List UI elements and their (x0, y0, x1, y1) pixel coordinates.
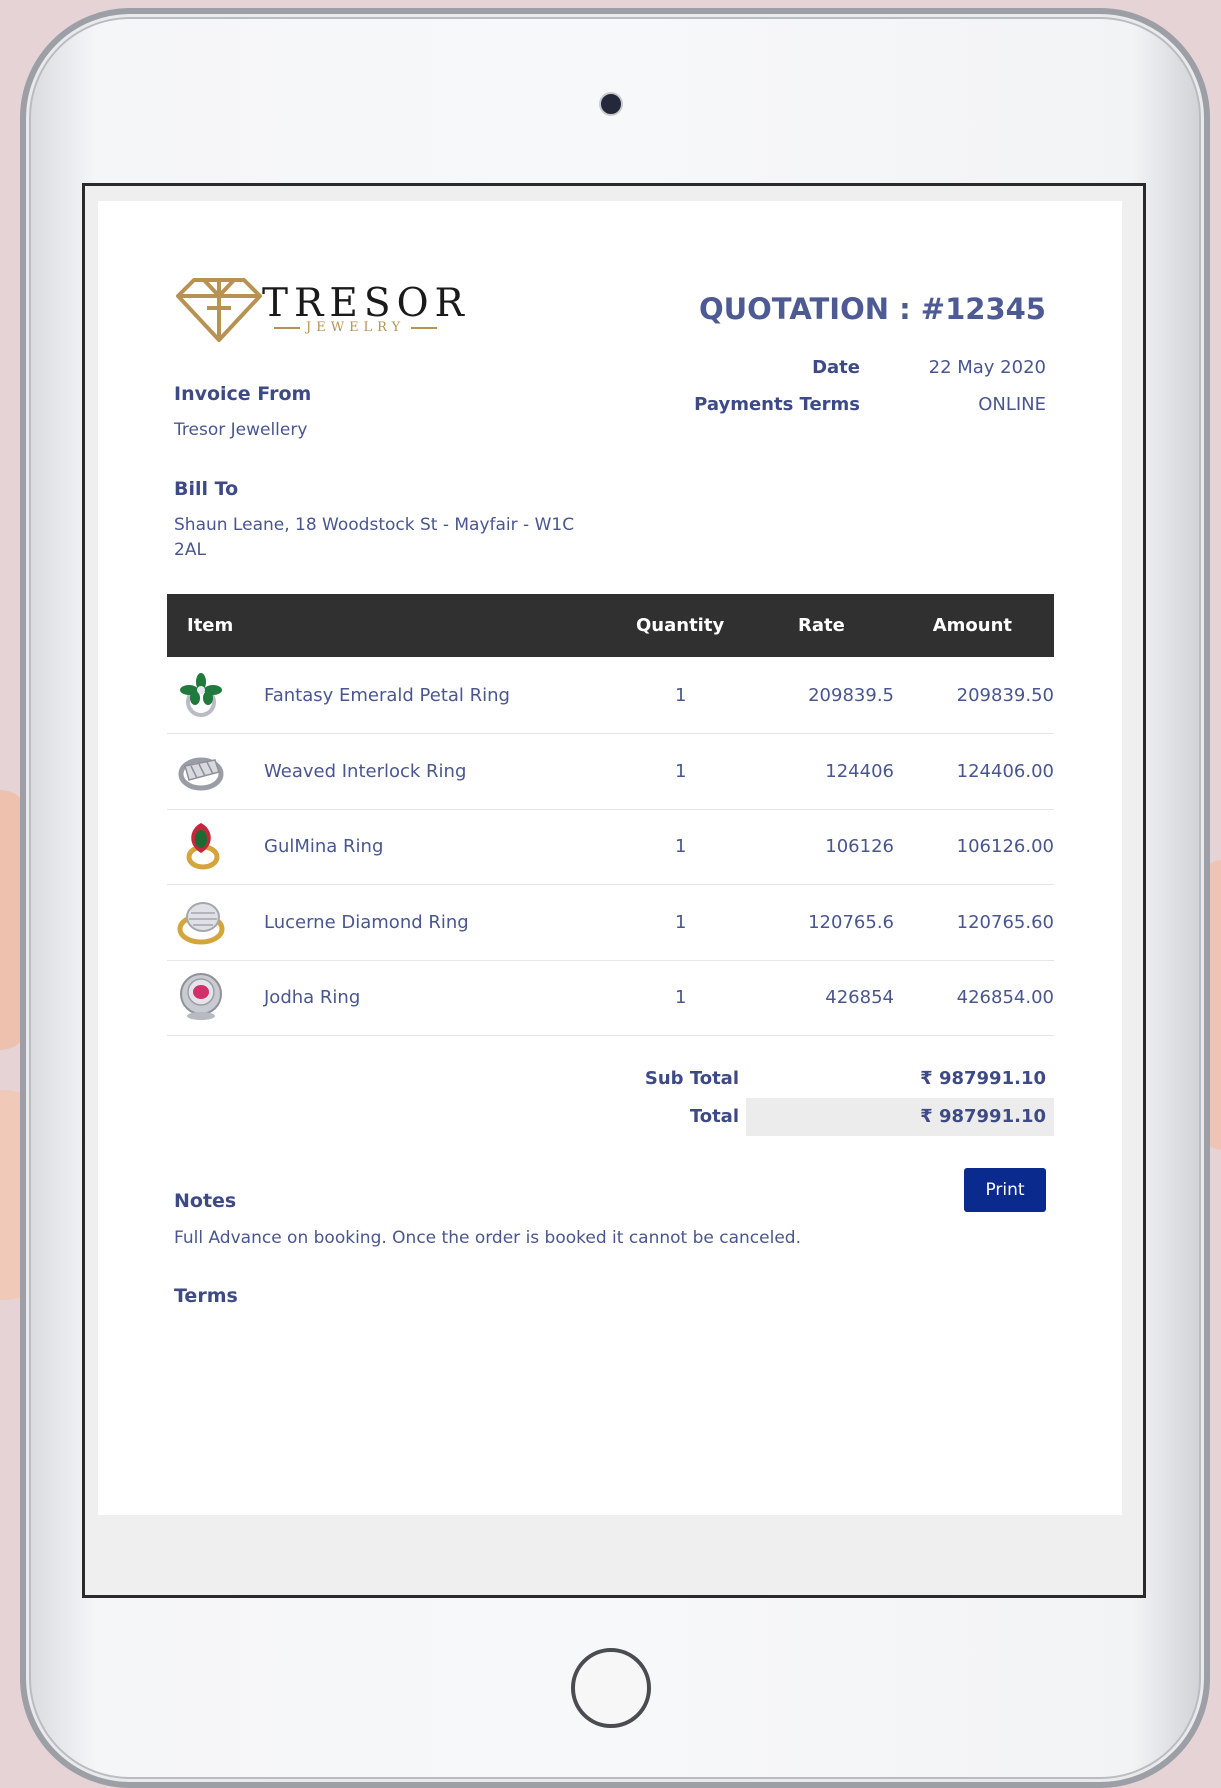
bill-to-address-line2: 2AL (174, 540, 206, 560)
item-rate: 209839.5 (808, 685, 894, 706)
subtotal-label: Sub Total (644, 1068, 739, 1089)
item-quantity: 1 (675, 912, 687, 933)
item-name: Jodha Ring (264, 987, 361, 1008)
item-amount: 120765.60 (956, 912, 1054, 933)
payment-terms-label: Payments Terms (694, 394, 860, 415)
items-table-header: Item Quantity Rate Amount (167, 594, 1054, 657)
item-rate: 120765.6 (808, 912, 894, 933)
diamond-logo-icon (176, 278, 262, 342)
gulmina-ring-icon (186, 823, 220, 870)
invoice-from-value: Tresor Jewellery (174, 420, 308, 440)
item-amount: 124406.00 (956, 761, 1054, 782)
item-name: Lucerne Diamond Ring (264, 912, 469, 933)
column-header-amount: Amount (932, 615, 1012, 636)
item-quantity: 1 (675, 685, 687, 706)
print-button[interactable]: Print (964, 1168, 1046, 1212)
column-header-item: Item (187, 615, 234, 636)
invoice-from-label: Invoice From (174, 383, 312, 405)
column-header-rate: Rate (798, 615, 845, 636)
payment-terms-value: ONLINE (978, 394, 1046, 415)
table-row: Fantasy Emerald Petal Ring 1 209839.5 20… (167, 658, 1054, 734)
item-rate: 426854 (825, 987, 894, 1008)
item-name: Weaved Interlock Ring (264, 761, 467, 782)
item-quantity: 1 (675, 761, 687, 782)
table-row: Jodha Ring 1 426854 426854.00 (167, 960, 1054, 1036)
table-row: Lucerne Diamond Ring 1 120765.6 120765.6… (167, 885, 1054, 961)
item-quantity: 1 (675, 987, 687, 1008)
item-amount: 106126.00 (956, 836, 1054, 857)
column-header-quantity: Quantity (636, 615, 725, 636)
item-rate: 124406 (825, 761, 894, 782)
table-row: GulMina Ring 1 106126 106126.00 (167, 809, 1054, 885)
total-label: Total (689, 1106, 739, 1127)
item-name: GulMina Ring (264, 836, 384, 857)
item-amount: 209839.50 (956, 685, 1054, 706)
date-label: Date (812, 357, 860, 378)
diamond-ring-icon (177, 902, 225, 945)
notes-label: Notes (174, 1190, 237, 1212)
subtotal-value: ₹ 987991.10 (920, 1068, 1046, 1089)
home-button[interactable] (571, 1648, 651, 1728)
date-value: 22 May 2020 (928, 357, 1046, 378)
quotation-title: QUOTATION : #12345 (698, 292, 1046, 326)
camera-icon (599, 92, 623, 116)
bill-to-address-line1: Shaun Leane, 18 Woodstock St - Mayfair -… (174, 515, 575, 535)
terms-label: Terms (174, 1285, 238, 1307)
ruby-ring-icon (180, 973, 222, 1020)
item-amount: 426854.00 (956, 987, 1054, 1008)
brand-tagline: JEWELRY (268, 320, 443, 335)
table-row: Weaved Interlock Ring 1 124406 124406.00 (167, 734, 1054, 810)
item-quantity: 1 (675, 836, 687, 857)
interlock-ring-icon (178, 757, 224, 791)
item-rate: 106126 (825, 836, 894, 857)
item-name: Fantasy Emerald Petal Ring (264, 685, 510, 706)
emerald-petal-ring-icon (180, 673, 222, 717)
notes-text: Full Advance on booking. Once the order … (174, 1228, 801, 1248)
bill-to-label: Bill To (174, 478, 239, 500)
total-value: ₹ 987991.10 (920, 1106, 1046, 1127)
